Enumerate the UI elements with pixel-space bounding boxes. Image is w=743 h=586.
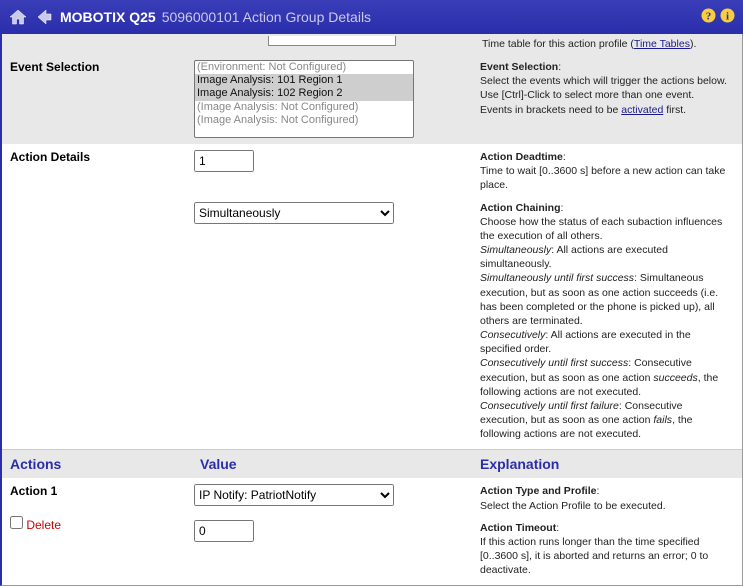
action-details-label: Action Details <box>2 144 192 449</box>
deadtime-help-title: Action Deadtime <box>480 151 563 163</box>
page-title: 5096000101 Action Group Details <box>162 9 371 25</box>
action-type-help-title: Action Type and Profile <box>480 485 596 497</box>
delete-action-control[interactable]: Delete <box>10 516 184 532</box>
chaining-help-intro: Choose how the status of each subaction … <box>480 215 732 243</box>
action-type-help-text: Select the Action Profile to be executed… <box>480 499 732 513</box>
activated-link[interactable]: activated <box>621 104 663 116</box>
action1-label: Action 1 <box>10 484 184 498</box>
event-selection-help-line1: Select the events which will trigger the… <box>480 74 732 88</box>
time-tables-link[interactable]: Time Tables <box>634 38 690 50</box>
svg-text:i: i <box>726 11 729 23</box>
action-timeout-help-text: If this action runs longer than the time… <box>480 535 732 578</box>
info-icon[interactable]: i <box>720 8 735 26</box>
action-chaining-select[interactable]: Simultaneously <box>194 202 394 224</box>
delete-label: Delete <box>26 518 61 532</box>
action-deadtime-input[interactable] <box>194 150 254 172</box>
time-table-note-row: Time table for this action profile (Time… <box>2 34 742 54</box>
back-arrow-icon[interactable] <box>34 7 54 27</box>
action-profile-select[interactable]: IP Notify: PatriotNotify <box>194 484 394 506</box>
event-selection-help-line2: Use [Ctrl]-Click to select more than one… <box>480 88 732 102</box>
home-icon[interactable] <box>8 7 28 27</box>
product-name: MOBOTIX Q25 <box>60 9 156 25</box>
chaining-help-title: Action Chaining <box>480 202 561 214</box>
svg-text:?: ? <box>706 11 712 23</box>
event-selection-listbox[interactable]: (Environment: Not Configured)Image Analy… <box>194 60 414 138</box>
help-icon[interactable]: ? <box>701 8 716 26</box>
delete-checkbox[interactable] <box>10 516 23 529</box>
header-value: Value <box>192 450 472 478</box>
action1-row: Action 1 Delete IP Notify: PatriotNotify… <box>2 478 742 585</box>
header-explanation: Explanation <box>472 450 742 478</box>
action-details-row: Action Details Simultaneously Action Dea… <box>2 144 742 449</box>
header-actions: Actions <box>2 450 192 478</box>
section-headers-row: Actions Value Explanation <box>2 449 742 478</box>
event-selection-help-title: Event Selection <box>480 61 558 73</box>
time-table-note-text: Time table for this action profile ( <box>482 38 634 50</box>
event-selection-label: Event Selection <box>2 54 192 144</box>
header-bar: MOBOTIX Q25 5096000101 Action Group Deta… <box>0 0 743 34</box>
action-timeout-help-title: Action Timeout <box>480 522 556 534</box>
deadtime-help-text: Time to wait [0..3600 s] before a new ac… <box>480 164 732 192</box>
event-selection-row: Event Selection (Environment: Not Config… <box>2 54 742 144</box>
action-timeout-input[interactable] <box>194 520 254 542</box>
